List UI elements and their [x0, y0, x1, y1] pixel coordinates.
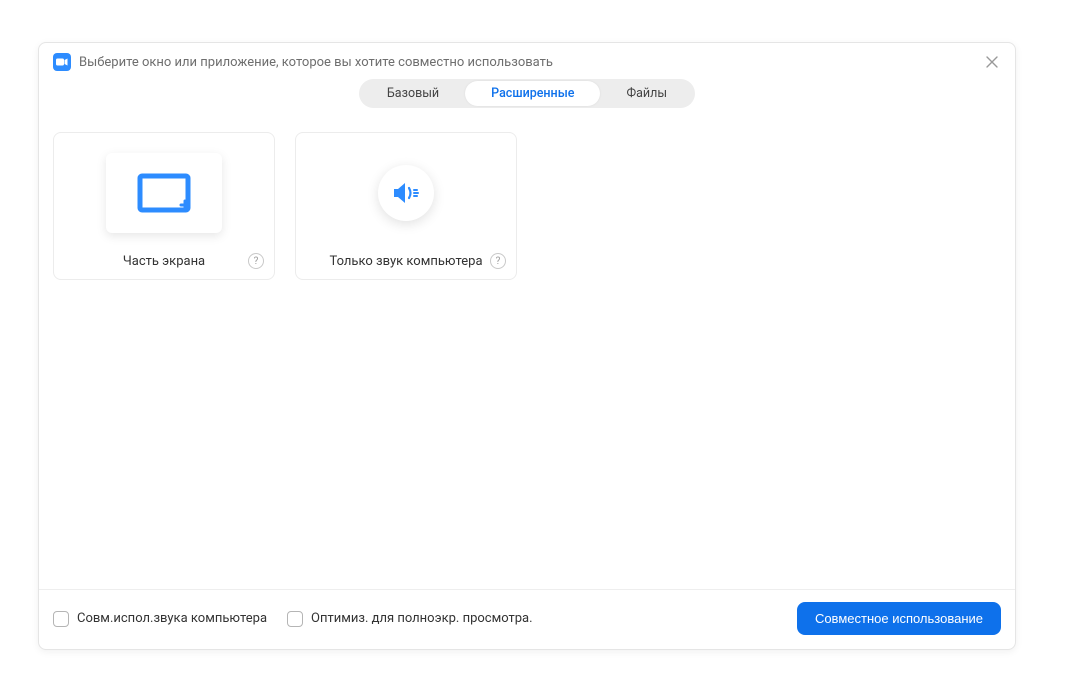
- audio-thumb: [378, 165, 434, 221]
- audio-label: Только звук компьютера: [329, 254, 482, 269]
- dialog-header: Выберите окно или приложение, которое вы…: [39, 43, 1015, 75]
- checkbox-share-audio-label: Совм.испол.звука компьютера: [77, 611, 267, 626]
- tabs-container: Базовый Расширенные Файлы: [359, 79, 695, 108]
- tabs-row: Базовый Расширенные Файлы: [39, 75, 1015, 118]
- tab-basic[interactable]: Базовый: [361, 81, 465, 106]
- checkbox-share-audio[interactable]: Совм.испол.звука компьютера: [53, 611, 267, 627]
- checkbox-share-audio-box: [53, 611, 69, 627]
- close-button[interactable]: [983, 53, 1001, 71]
- speaker-icon: [392, 181, 420, 205]
- share-dialog: Выберите окно или приложение, которое вы…: [38, 42, 1016, 650]
- portion-thumb: [106, 153, 222, 233]
- portion-label: Часть экрана: [123, 254, 205, 269]
- audio-label-row: Только звук компьютера: [296, 250, 516, 269]
- close-icon: [985, 55, 999, 69]
- tab-files[interactable]: Файлы: [600, 81, 693, 106]
- option-computer-audio-only[interactable]: Только звук компьютера ?: [295, 132, 517, 280]
- dialog-title: Выберите окно или приложение, которое вы…: [79, 55, 553, 70]
- screen-portion-icon: [137, 173, 191, 213]
- options-content: Часть экрана ? Только звук компьютера ?: [39, 118, 1015, 589]
- help-icon-portion[interactable]: ?: [248, 253, 264, 269]
- help-icon-audio[interactable]: ?: [490, 253, 506, 269]
- checkbox-optimize-fullscreen-box: [287, 611, 303, 627]
- tab-advanced[interactable]: Расширенные: [465, 81, 600, 106]
- zoom-app-icon: [53, 53, 71, 71]
- share-button[interactable]: Совместное использование: [797, 602, 1001, 635]
- portion-label-row: Часть экрана: [54, 250, 274, 269]
- dialog-footer: Совм.испол.звука компьютера Оптимиз. для…: [39, 589, 1015, 649]
- checkbox-optimize-fullscreen[interactable]: Оптимиз. для полноэкр. просмотра.: [287, 611, 533, 627]
- option-portion-of-screen[interactable]: Часть экрана ?: [53, 132, 275, 280]
- checkbox-optimize-fullscreen-label: Оптимиз. для полноэкр. просмотра.: [311, 611, 533, 626]
